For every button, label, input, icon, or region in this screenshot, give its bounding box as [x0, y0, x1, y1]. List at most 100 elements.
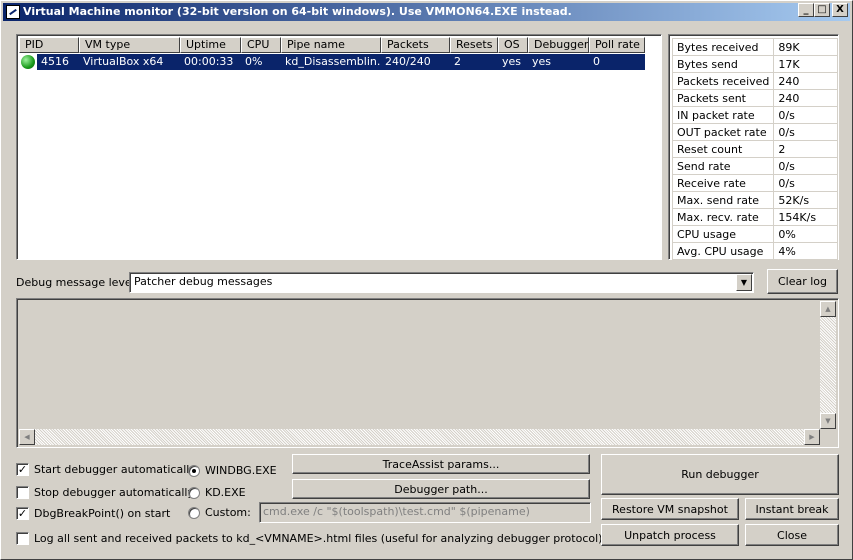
log-packets-label: Log all sent and received packets to kd_…: [34, 532, 603, 545]
vm-packets: 240/240: [381, 54, 450, 70]
stat-row: Packets received 240: [671, 72, 838, 90]
title-bar[interactable]: Virtual Machine monitor (32-bit version …: [3, 3, 850, 21]
stat-key: CPU usage: [671, 225, 775, 243]
stop-auto-checkbox[interactable]: [16, 486, 29, 499]
log-horizontal-scrollbar[interactable]: [19, 429, 820, 445]
scroll-left-icon[interactable]: ◀: [19, 429, 35, 445]
stat-value: 0/s: [773, 174, 838, 192]
stat-row: Max. recv. rate 154K/s: [671, 208, 838, 226]
vm-row[interactable]: 4516 VirtualBox x64 00:00:33 0% kd_Disas…: [21, 54, 645, 70]
custom-label: Custom:: [205, 506, 251, 519]
stat-value: 17K: [773, 55, 838, 73]
vm-pipe-name: kd_Disassemblin...: [281, 54, 381, 70]
col-packets[interactable]: Packets: [381, 37, 450, 53]
stat-key: OUT packet rate: [671, 123, 775, 141]
stat-value: 89K: [773, 38, 838, 56]
debug-level-value: Patcher debug messages: [134, 275, 273, 288]
stat-key: Bytes send: [671, 55, 775, 73]
col-resets[interactable]: Resets: [450, 37, 498, 53]
stat-key: Bytes received: [671, 38, 775, 56]
vm-uptime: 00:00:33: [180, 54, 241, 70]
stat-value: 240: [773, 89, 838, 107]
stat-value: 154K/s: [773, 208, 838, 226]
vm-pid: 4516: [37, 54, 79, 70]
close-window-button[interactable]: X: [832, 3, 848, 17]
close-button[interactable]: Close: [745, 524, 839, 546]
vm-list-header: PID VM type Uptime CPU Pipe name Packets…: [19, 37, 645, 53]
vm-cpu: 0%: [241, 54, 281, 70]
col-cpu[interactable]: CPU: [241, 37, 281, 53]
debugger-path-button[interactable]: Debugger path...: [292, 479, 590, 499]
running-status-icon: [21, 55, 35, 69]
col-vm-type[interactable]: VM type: [79, 37, 180, 53]
start-auto-checkbox[interactable]: ✓: [16, 463, 29, 476]
minimize-button[interactable]: _: [798, 3, 814, 17]
stat-row: Max. send rate 52K/s: [671, 191, 838, 209]
scroll-up-icon[interactable]: ▲: [820, 301, 836, 317]
stat-row: Bytes received 89K: [671, 38, 838, 56]
custom-radio[interactable]: [188, 507, 200, 519]
vm-monitor-window: Virtual Machine monitor (32-bit version …: [0, 0, 853, 560]
instant-break-button[interactable]: Instant break: [745, 498, 839, 520]
windbg-radio[interactable]: [188, 465, 200, 477]
kd-label: KD.EXE: [205, 486, 246, 499]
unpatch-process-button[interactable]: Unpatch process: [601, 524, 739, 546]
col-debugger[interactable]: Debugger: [528, 37, 589, 53]
vm-resets: 2: [450, 54, 498, 70]
stat-row: Reset count 2: [671, 140, 838, 158]
scroll-down-icon[interactable]: ▼: [820, 413, 836, 429]
dbgbreak-checkbox[interactable]: ✓: [16, 507, 29, 520]
col-pid[interactable]: PID: [19, 37, 79, 53]
stat-value: 240: [773, 72, 838, 90]
custom-debugger-command-field[interactable]: cmd.exe /c "$(toolspath)\test.cmd" $(pip…: [259, 502, 591, 523]
debug-log[interactable]: ▲ ▼ ◀ ▶: [16, 298, 839, 448]
stat-value: 0/s: [773, 106, 838, 124]
stat-value: 0/s: [773, 123, 838, 141]
vm-debugger: yes: [528, 54, 589, 70]
stat-value: 2: [773, 140, 838, 158]
stat-key: Max. recv. rate: [671, 208, 775, 226]
stat-row: IN packet rate 0/s: [671, 106, 838, 124]
restore-snapshot-button[interactable]: Restore VM snapshot: [601, 498, 739, 520]
run-debugger-button[interactable]: Run debugger: [601, 454, 839, 495]
stat-key: Send rate: [671, 157, 775, 175]
stat-key: Avg. CPU usage: [671, 242, 775, 260]
stat-row: Packets sent 240: [671, 89, 838, 107]
stop-auto-label: Stop debugger automatically: [34, 486, 194, 499]
col-os[interactable]: OS: [498, 37, 528, 53]
clear-log-button[interactable]: Clear log: [767, 269, 838, 294]
stat-key: Max. send rate: [671, 191, 775, 209]
vm-list[interactable]: PID VM type Uptime CPU Pipe name Packets…: [16, 34, 662, 260]
stats-panel: Bytes received 89K Bytes send 17K Packets …: [668, 34, 839, 260]
stat-key: Receive rate: [671, 174, 775, 192]
dbgbreak-label: DbgBreakPoint() on start: [34, 507, 171, 520]
kd-radio[interactable]: [188, 487, 200, 499]
log-vertical-scrollbar[interactable]: [820, 301, 836, 429]
stats-table: Bytes received 89K Bytes send 17K Packets …: [671, 38, 838, 260]
app-icon: [6, 5, 20, 19]
debug-level-select[interactable]: Patcher debug messages ▼: [129, 272, 754, 293]
stat-key: Packets received: [671, 72, 775, 90]
stat-value: 0/s: [773, 157, 838, 175]
col-uptime[interactable]: Uptime: [180, 37, 241, 53]
stat-row: CPU usage 0%: [671, 225, 838, 243]
stat-key: Packets sent: [671, 89, 775, 107]
col-poll-rate[interactable]: Poll rate: [589, 37, 645, 53]
stat-row: Send rate 0/s: [671, 157, 838, 175]
stat-value: 52K/s: [773, 191, 838, 209]
scroll-right-icon[interactable]: ▶: [804, 429, 820, 445]
start-auto-label: Start debugger automatically: [34, 463, 196, 476]
stat-value: 4%: [773, 242, 838, 260]
chevron-down-icon[interactable]: ▼: [736, 274, 752, 291]
stat-row: OUT packet rate 0/s: [671, 123, 838, 141]
maximize-button[interactable]: □: [814, 3, 830, 17]
stat-value: 0%: [773, 225, 838, 243]
log-packets-checkbox[interactable]: [16, 532, 29, 545]
stat-row: Avg. CPU usage 4%: [671, 242, 838, 260]
traceassist-params-button[interactable]: TraceAssist params...: [292, 454, 590, 474]
vm-poll-rate: 0: [589, 54, 645, 70]
col-pipe-name[interactable]: Pipe name: [281, 37, 381, 53]
stat-key: IN packet rate: [671, 106, 775, 124]
window-title: Virtual Machine monitor (32-bit version …: [23, 5, 572, 18]
vm-type: VirtualBox x64: [79, 54, 180, 70]
